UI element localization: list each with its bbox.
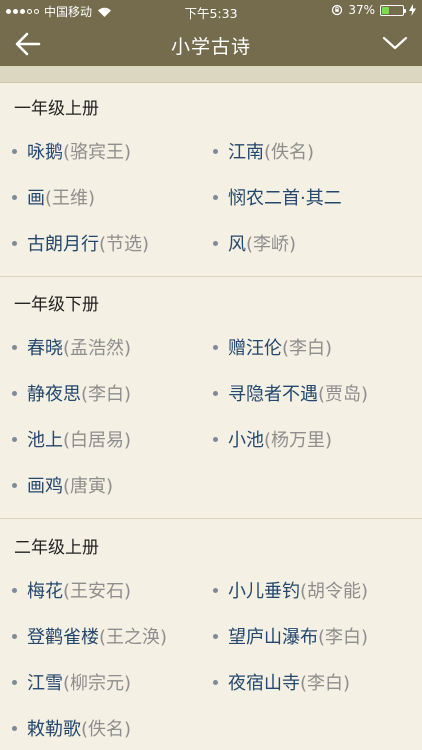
poem-title: 赠汪伦: [228, 338, 282, 359]
poem-item[interactable]: 风 (李峤): [213, 220, 414, 266]
poem-title: 画: [27, 188, 45, 209]
poem-title: 小池: [228, 430, 264, 451]
poem-title: 春晓: [27, 338, 63, 359]
poem-grid: 梅花 (王安石) 小儿垂钓 (胡令能) 登鹳雀楼 (王之涣) 望庐山瀑布 (李白) 江雪…: [0, 567, 422, 750]
poem-grid: 春晓 (孟浩然) 赠汪伦 (李白) 静夜思 (李白) 寻隐者不遇 (贾岛) 池上 (白居易…: [0, 324, 422, 508]
bullet-icon: [213, 390, 218, 396]
poem-author: (唐寅): [63, 476, 114, 497]
bullet-icon: [213, 148, 218, 154]
poem-author: (杨万里): [264, 430, 333, 451]
poem-title: 夜宿山寺: [228, 673, 300, 694]
poem-title: 江南: [228, 142, 264, 163]
poem-list: 一年级上册 咏鹅 (骆宾王) 江南 (佚名) 画 (王维) 悯农二首·其二 古朗月行(…: [0, 84, 422, 750]
battery-icon: [380, 4, 406, 16]
bullet-icon: [12, 148, 17, 154]
poem-author: (节选): [99, 234, 150, 255]
bullet-icon: [213, 194, 218, 200]
bullet-icon: [12, 482, 17, 488]
poem-title: 悯农二首·其二: [228, 188, 342, 209]
bullet-icon: [12, 725, 17, 731]
poem-title: 梅花: [27, 581, 63, 602]
poem-title: 画鸡: [27, 476, 63, 497]
poem-item[interactable]: 登鹳雀楼 (王之涣): [12, 613, 213, 659]
bullet-icon: [213, 436, 218, 442]
section-grade2-first: 二年级上册 梅花 (王安石) 小儿垂钓 (胡令能) 登鹳雀楼 (王之涣) 望庐山瀑布(…: [0, 519, 422, 750]
poem-item[interactable]: 画 (王维): [12, 174, 213, 220]
chevron-down-icon[interactable]: [382, 34, 408, 52]
poem-item[interactable]: 江雪 (柳宗元): [12, 659, 213, 705]
poem-author: (佚名): [264, 142, 315, 163]
poem-author: (胡令能): [300, 581, 369, 602]
bullet-icon: [12, 194, 17, 200]
bullet-icon: [12, 633, 17, 639]
poem-item[interactable]: 望庐山瀑布 (李白): [213, 613, 414, 659]
poem-author: (孟浩然): [63, 338, 132, 359]
poem-author: (骆宾王): [63, 142, 132, 163]
poem-item[interactable]: 悯农二首·其二: [213, 174, 414, 220]
status-right: 37%: [331, 3, 416, 17]
poem-item[interactable]: 静夜思 (李白): [12, 370, 213, 416]
poem-author: (李白): [81, 384, 132, 405]
poem-item[interactable]: 画鸡 (唐寅): [12, 462, 213, 508]
bullet-icon: [213, 633, 218, 639]
poem-item[interactable]: 小儿垂钓 (胡令能): [213, 567, 414, 613]
bullet-icon: [12, 344, 17, 350]
section-title: 二年级上册: [14, 538, 99, 558]
battery-percent: 37%: [348, 3, 375, 17]
poem-item[interactable]: 古朗月行 (节选): [12, 220, 213, 266]
section-grade1-first: 一年级上册 咏鹅 (骆宾王) 江南 (佚名) 画 (王维) 悯农二首·其二 古朗月行(…: [0, 84, 422, 277]
poem-title: 静夜思: [27, 384, 81, 405]
bullet-icon: [213, 587, 218, 593]
section-title: 一年级下册: [14, 295, 99, 315]
poem-title: 池上: [27, 430, 63, 451]
section-grade1-second: 一年级下册 春晓 (孟浩然) 赠汪伦 (李白) 静夜思 (李白) 寻隐者不遇 (贾岛) …: [0, 277, 422, 519]
poem-title: 登鹳雀楼: [27, 627, 99, 648]
poem-item[interactable]: 夜宿山寺 (李白): [213, 659, 414, 705]
status-bar: 中国移动 下午5:33 37%: [0, 0, 422, 22]
poem-author: (李白): [282, 338, 333, 359]
poem-author: (李白): [300, 673, 351, 694]
nav-bar: 小学古诗: [0, 22, 422, 66]
poem-item[interactable]: 春晓 (孟浩然): [12, 324, 213, 370]
bullet-icon: [12, 240, 17, 246]
poem-title: 咏鹅: [27, 142, 63, 163]
poem-item[interactable]: 小池 (杨万里): [213, 416, 414, 462]
poem-author: (王维): [45, 188, 96, 209]
poem-title: 寻隐者不遇: [228, 384, 318, 405]
poem-author: (柳宗元): [63, 673, 132, 694]
poem-author: (王之涣): [99, 627, 168, 648]
bullet-icon: [12, 436, 17, 442]
page-title: 小学古诗: [170, 36, 251, 58]
bullet-icon: [213, 240, 218, 246]
poem-author: (李峤): [246, 234, 297, 255]
bullet-icon: [213, 344, 218, 350]
bullet-icon: [213, 679, 218, 685]
bullet-icon: [12, 587, 17, 593]
poem-item[interactable]: 江南 (佚名): [213, 128, 414, 174]
poem-title: 小儿垂钓: [228, 581, 300, 602]
poem-title: 江雪: [27, 673, 63, 694]
header-divider: [0, 66, 422, 83]
charging-bolt-icon: [409, 4, 416, 16]
poem-item[interactable]: 梅花 (王安石): [12, 567, 213, 613]
poem-item[interactable]: 咏鹅 (骆宾王): [12, 128, 213, 174]
poem-author: (李白): [318, 627, 369, 648]
poem-title: 望庐山瀑布: [228, 627, 318, 648]
poem-author: (王安石): [63, 581, 132, 602]
poem-item[interactable]: 寻隐者不遇 (贾岛): [213, 370, 414, 416]
orientation-lock-icon: [332, 4, 343, 16]
bullet-icon: [12, 679, 17, 685]
poem-title: 古朗月行: [27, 234, 99, 255]
poem-title: 风: [228, 234, 246, 255]
poem-title: 敕勒歌: [27, 719, 81, 740]
poem-author: (佚名): [81, 719, 132, 740]
poem-item[interactable]: 敕勒歌 (佚名): [12, 705, 213, 750]
poem-grid: 咏鹅 (骆宾王) 江南 (佚名) 画 (王维) 悯农二首·其二 古朗月行 (节选) 风(…: [0, 128, 422, 266]
poem-item[interactable]: 赠汪伦 (李白): [213, 324, 414, 370]
poem-author: (贾岛): [318, 384, 369, 405]
poem-author: (白居易): [63, 430, 132, 451]
section-title: 一年级上册: [14, 99, 99, 119]
bullet-icon: [12, 390, 17, 396]
poem-item[interactable]: 池上 (白居易): [12, 416, 213, 462]
